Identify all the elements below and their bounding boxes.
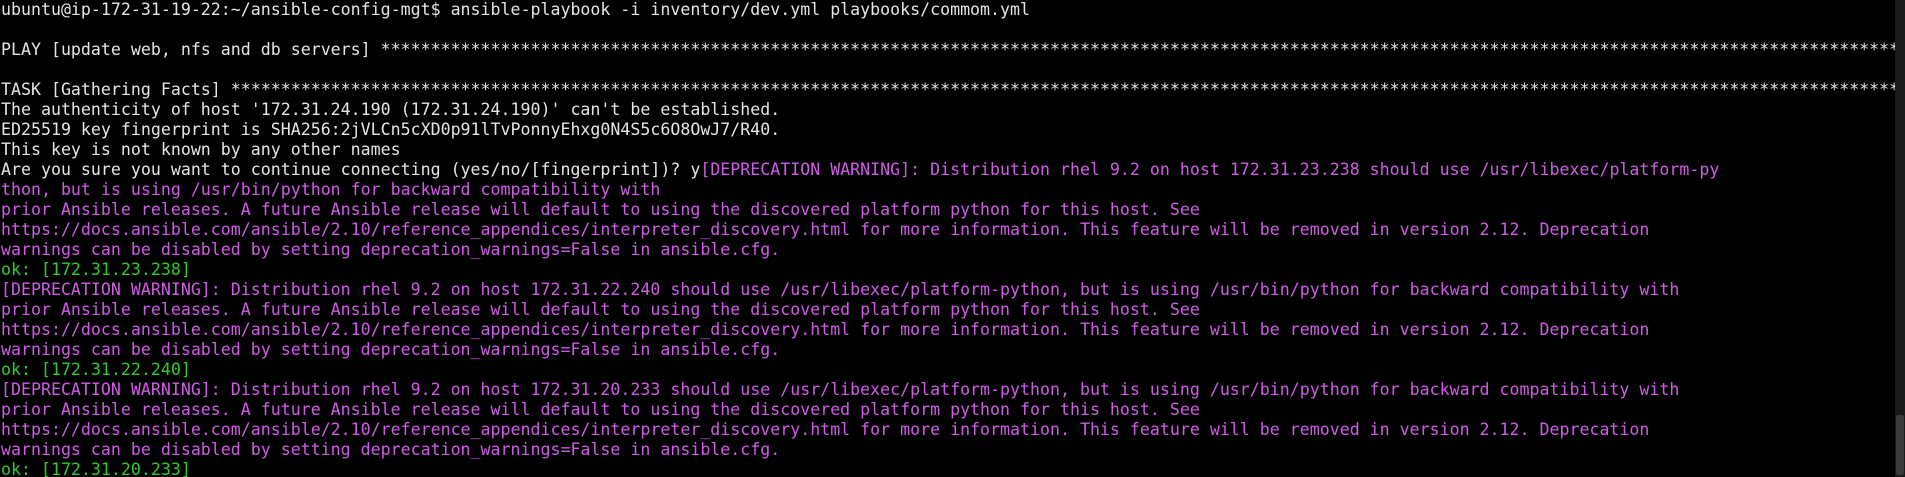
terminal-text-segment: https://docs.ansible.com/ansible/2.10/re… <box>1 220 1650 239</box>
vertical-scrollbar[interactable] <box>1895 0 1905 477</box>
terminal-text-segment: https://docs.ansible.com/ansible/2.10/re… <box>1 420 1650 439</box>
terminal-text-segment: TASK [Gathering Facts] *****************… <box>1 80 1896 99</box>
terminal-output[interactable]: ubuntu@ip-172-31-19-22:~/ansible-config-… <box>0 0 1896 477</box>
terminal-text-segment: warnings can be disabled by setting depr… <box>1 340 781 359</box>
terminal-text-segment: ok: [172.31.22.240] <box>1 360 191 379</box>
terminal-text-segment: prior Ansible releases. A future Ansible… <box>1 300 1200 319</box>
terminal-text-segment: prior Ansible releases. A future Ansible… <box>1 200 1200 219</box>
terminal-line: [DEPRECATION WARNING]: Distribution rhel… <box>1 380 1896 400</box>
terminal-line: https://docs.ansible.com/ansible/2.10/re… <box>1 420 1896 440</box>
terminal-text-segment: [DEPRECATION WARNING]: Distribution rhel… <box>1 280 1680 299</box>
terminal-text-segment: ubuntu@ip-172-31-19-22:~/ansible-config-… <box>1 0 1030 19</box>
terminal-text-segment: https://docs.ansible.com/ansible/2.10/re… <box>1 320 1650 339</box>
terminal-text-segment: ED25519 key fingerprint is SHA256:2jVLCn… <box>1 120 781 139</box>
terminal-line: prior Ansible releases. A future Ansible… <box>1 200 1896 220</box>
terminal-line: https://docs.ansible.com/ansible/2.10/re… <box>1 220 1896 240</box>
terminal-text-segment: warnings can be disabled by setting depr… <box>1 440 781 459</box>
terminal-line: ok: [172.31.22.240] <box>1 360 1896 380</box>
terminal-line: The authenticity of host '172.31.24.190 … <box>1 100 1896 120</box>
terminal-line: ok: [172.31.20.233] <box>1 460 1896 477</box>
terminal-text-segment: thon, but is using /usr/bin/python for b… <box>1 180 661 199</box>
terminal-text-segment: The authenticity of host '172.31.24.190 … <box>1 100 781 119</box>
terminal-text-segment: This key is not known by any other names <box>1 140 401 159</box>
terminal-line: warnings can be disabled by setting depr… <box>1 440 1896 460</box>
terminal-text-segment: prior Ansible releases. A future Ansible… <box>1 400 1200 419</box>
terminal-line: https://docs.ansible.com/ansible/2.10/re… <box>1 320 1896 340</box>
terminal-line: ok: [172.31.23.238] <box>1 260 1896 280</box>
terminal-text-segment: PLAY [update web, nfs and db servers] **… <box>1 40 1896 59</box>
scrollbar-thumb[interactable] <box>1896 415 1904 475</box>
terminal-line: thon, but is using /usr/bin/python for b… <box>1 180 1896 200</box>
terminal-text-segment: ok: [172.31.20.233] <box>1 460 191 477</box>
terminal-line: PLAY [update web, nfs and db servers] **… <box>1 40 1896 60</box>
terminal-line: ED25519 key fingerprint is SHA256:2jVLCn… <box>1 120 1896 140</box>
terminal-line: warnings can be disabled by setting depr… <box>1 240 1896 260</box>
terminal-line: prior Ansible releases. A future Ansible… <box>1 300 1896 320</box>
terminal-text-segment: warnings can be disabled by setting depr… <box>1 240 781 259</box>
terminal-line: Are you sure you want to continue connec… <box>1 160 1896 180</box>
terminal-text-segment: [DEPRECATION WARNING]: Distribution rhel… <box>700 160 1720 179</box>
terminal-text-segment: ok: [172.31.23.238] <box>1 260 191 279</box>
terminal-line: [DEPRECATION WARNING]: Distribution rhel… <box>1 280 1896 300</box>
terminal-line: prior Ansible releases. A future Ansible… <box>1 400 1896 420</box>
terminal-line: warnings can be disabled by setting depr… <box>1 340 1896 360</box>
terminal-line: ubuntu@ip-172-31-19-22:~/ansible-config-… <box>1 0 1896 20</box>
terminal-text-segment: Are you sure you want to continue connec… <box>1 160 701 179</box>
terminal-line: TASK [Gathering Facts] *****************… <box>1 80 1896 100</box>
terminal-text-segment: [DEPRECATION WARNING]: Distribution rhel… <box>1 380 1680 399</box>
terminal-line: This key is not known by any other names <box>1 140 1896 160</box>
